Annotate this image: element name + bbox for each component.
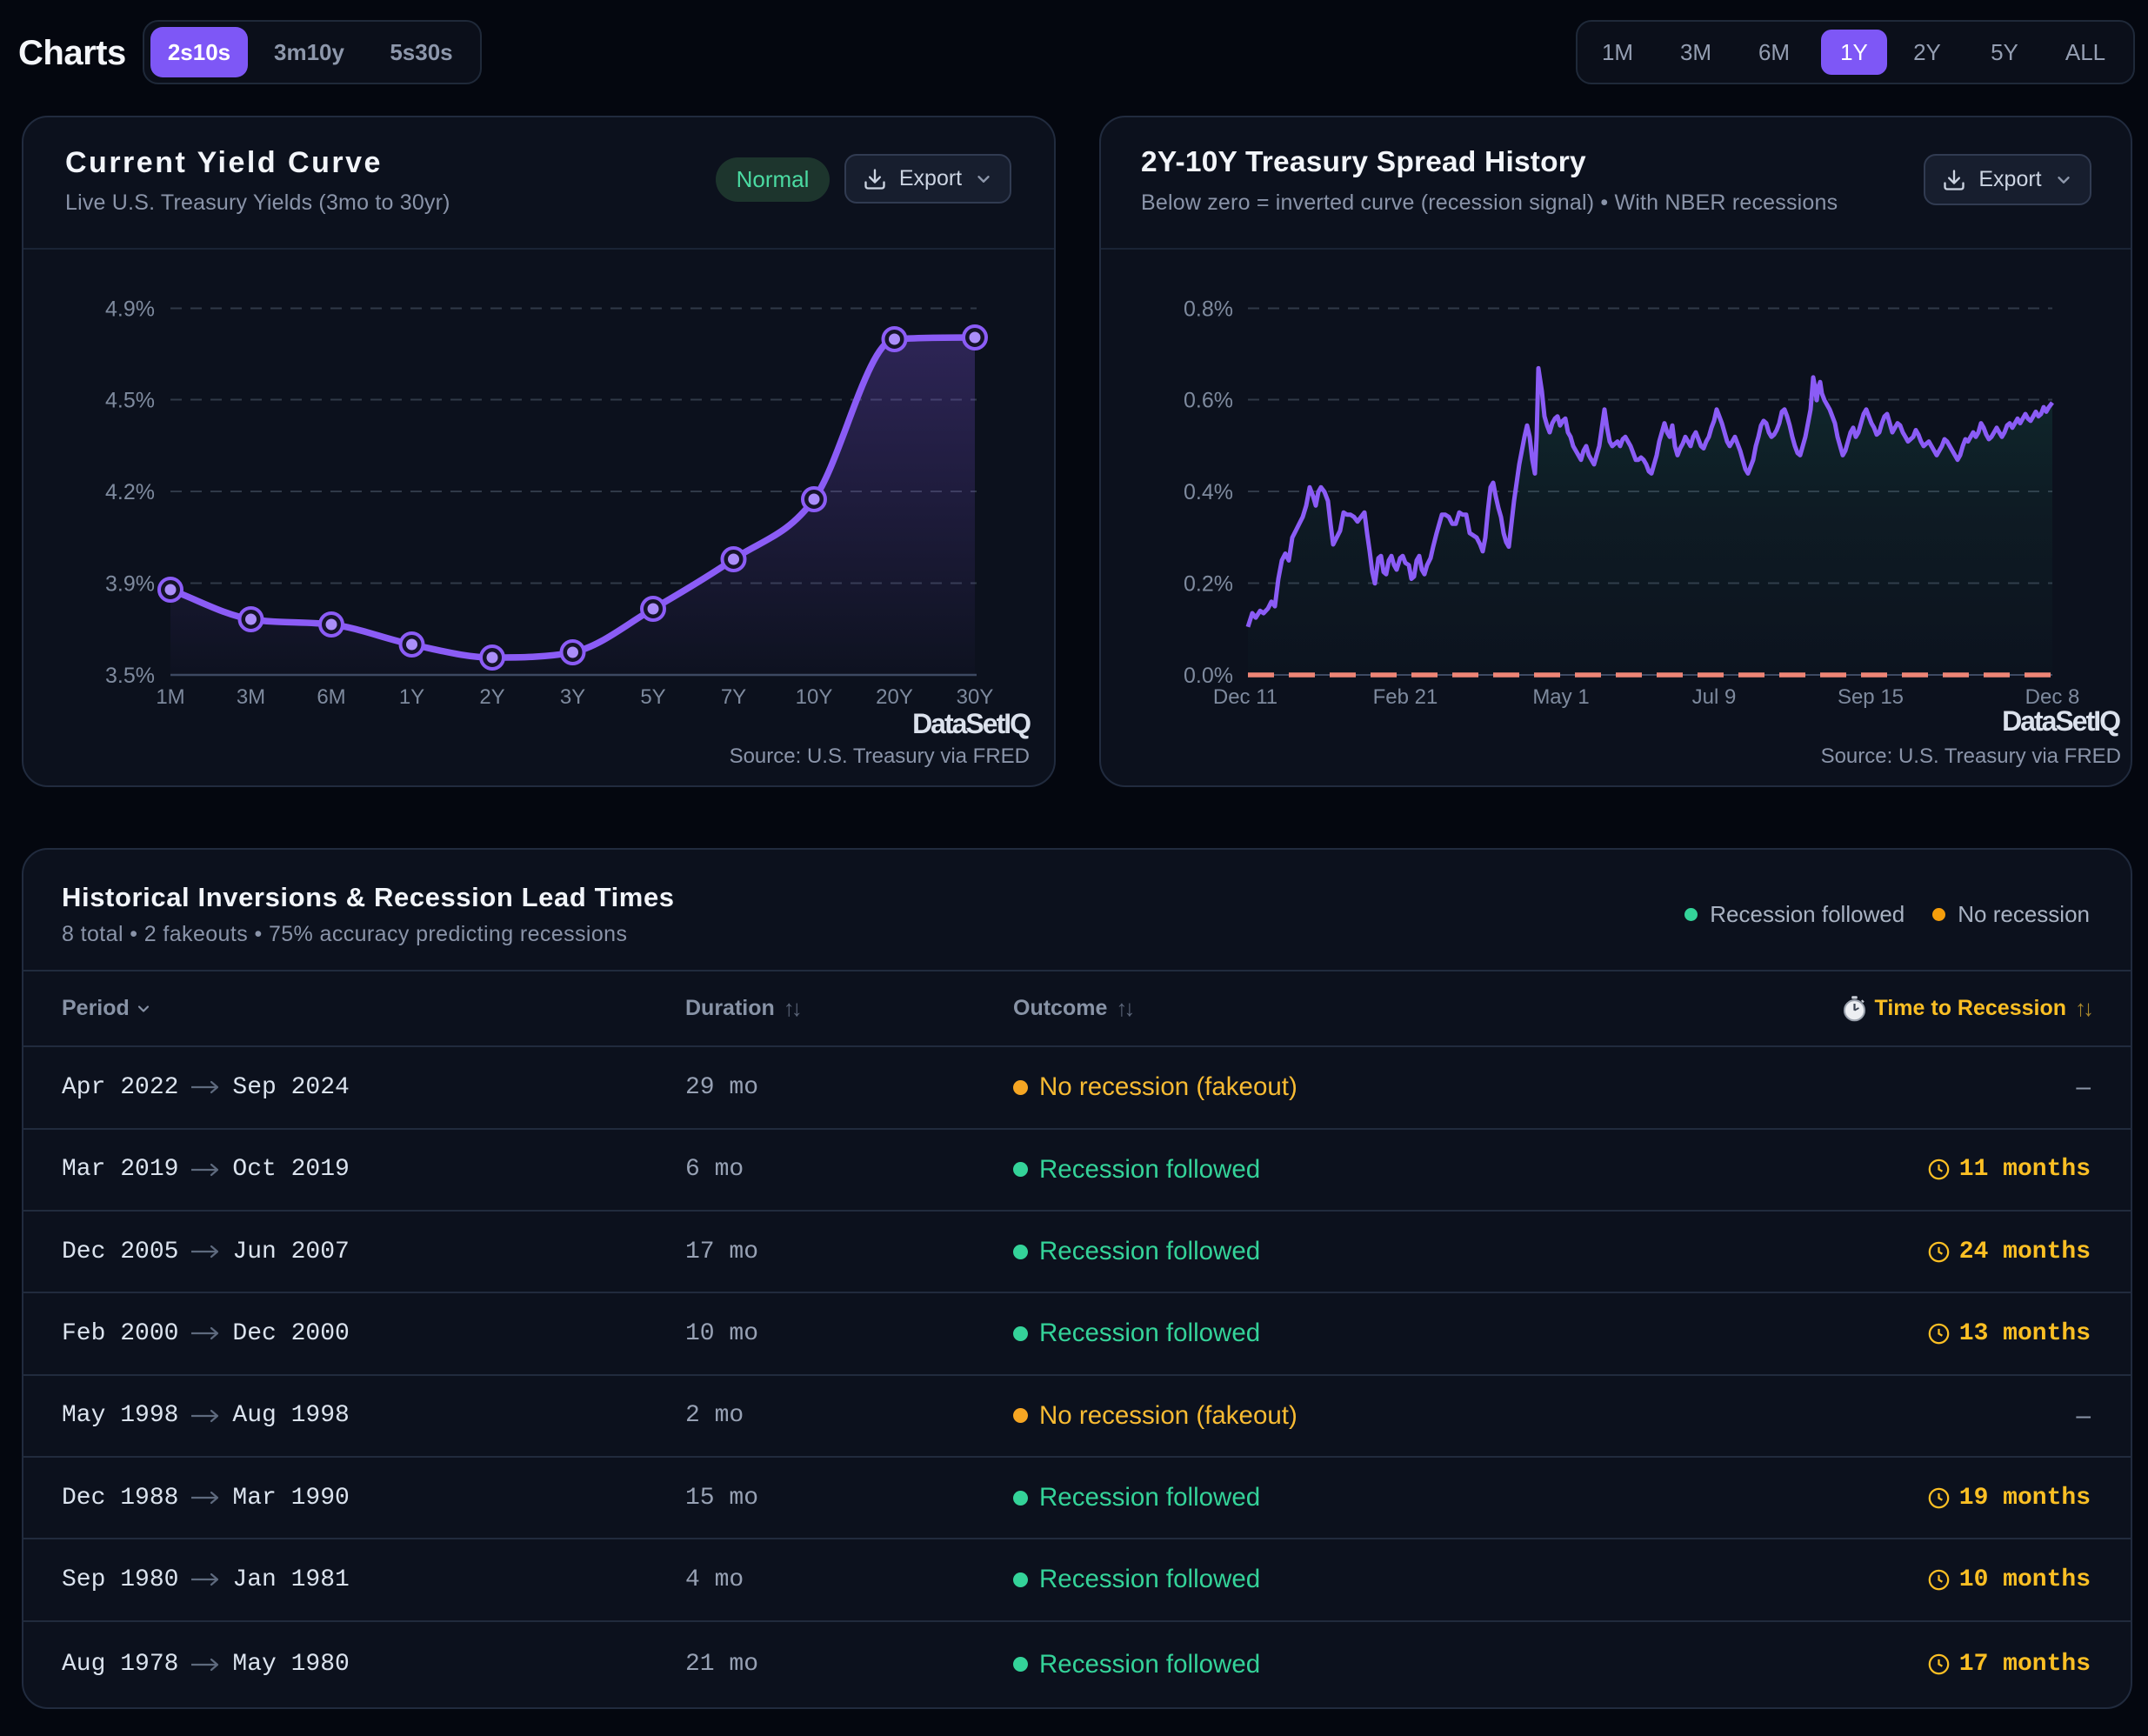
- svg-text:Source: U.S. Treasury via FRED: Source: U.S. Treasury via FRED: [730, 744, 1030, 768]
- svg-text:30Y: 30Y: [957, 685, 994, 709]
- svg-text:0.6%: 0.6%: [1184, 389, 1233, 413]
- svg-text:Source: U.S. Treasury via FRED: Source: U.S. Treasury via FRED: [1821, 744, 2121, 768]
- svg-text:6M: 6M: [317, 685, 345, 709]
- svg-text:0.4%: 0.4%: [1184, 480, 1233, 504]
- svg-text:3M: 3M: [237, 685, 265, 709]
- svg-text:1M: 1M: [156, 685, 184, 709]
- svg-text:1Y: 1Y: [399, 685, 424, 709]
- svg-text:Sep 15: Sep 15: [1838, 685, 1904, 709]
- svg-text:5Y: 5Y: [640, 685, 665, 709]
- svg-text:4.5%: 4.5%: [105, 389, 155, 413]
- svg-text:Jul 9: Jul 9: [1692, 685, 1737, 709]
- svg-text:0.0%: 0.0%: [1184, 664, 1233, 688]
- svg-text:20Y: 20Y: [876, 685, 913, 709]
- svg-text:0.2%: 0.2%: [1184, 572, 1233, 597]
- svg-text:2Y: 2Y: [479, 685, 504, 709]
- svg-text:Feb 21: Feb 21: [1373, 685, 1438, 709]
- svg-text:Dec 11: Dec 11: [1213, 685, 1277, 709]
- svg-text:4.9%: 4.9%: [105, 297, 155, 322]
- svg-text:May 1: May 1: [1532, 685, 1589, 709]
- svg-text:4.2%: 4.2%: [105, 480, 155, 504]
- svg-text:3Y: 3Y: [560, 685, 585, 709]
- svg-text:3.5%: 3.5%: [105, 664, 155, 688]
- svg-text:10Y: 10Y: [796, 685, 833, 709]
- svg-text:3.9%: 3.9%: [105, 572, 155, 597]
- svg-text:DataSetIQ: DataSetIQ: [2002, 705, 2120, 737]
- svg-text:0.8%: 0.8%: [1184, 297, 1233, 322]
- svg-text:7Y: 7Y: [721, 685, 746, 709]
- svg-text:DataSetIQ: DataSetIQ: [912, 708, 1031, 739]
